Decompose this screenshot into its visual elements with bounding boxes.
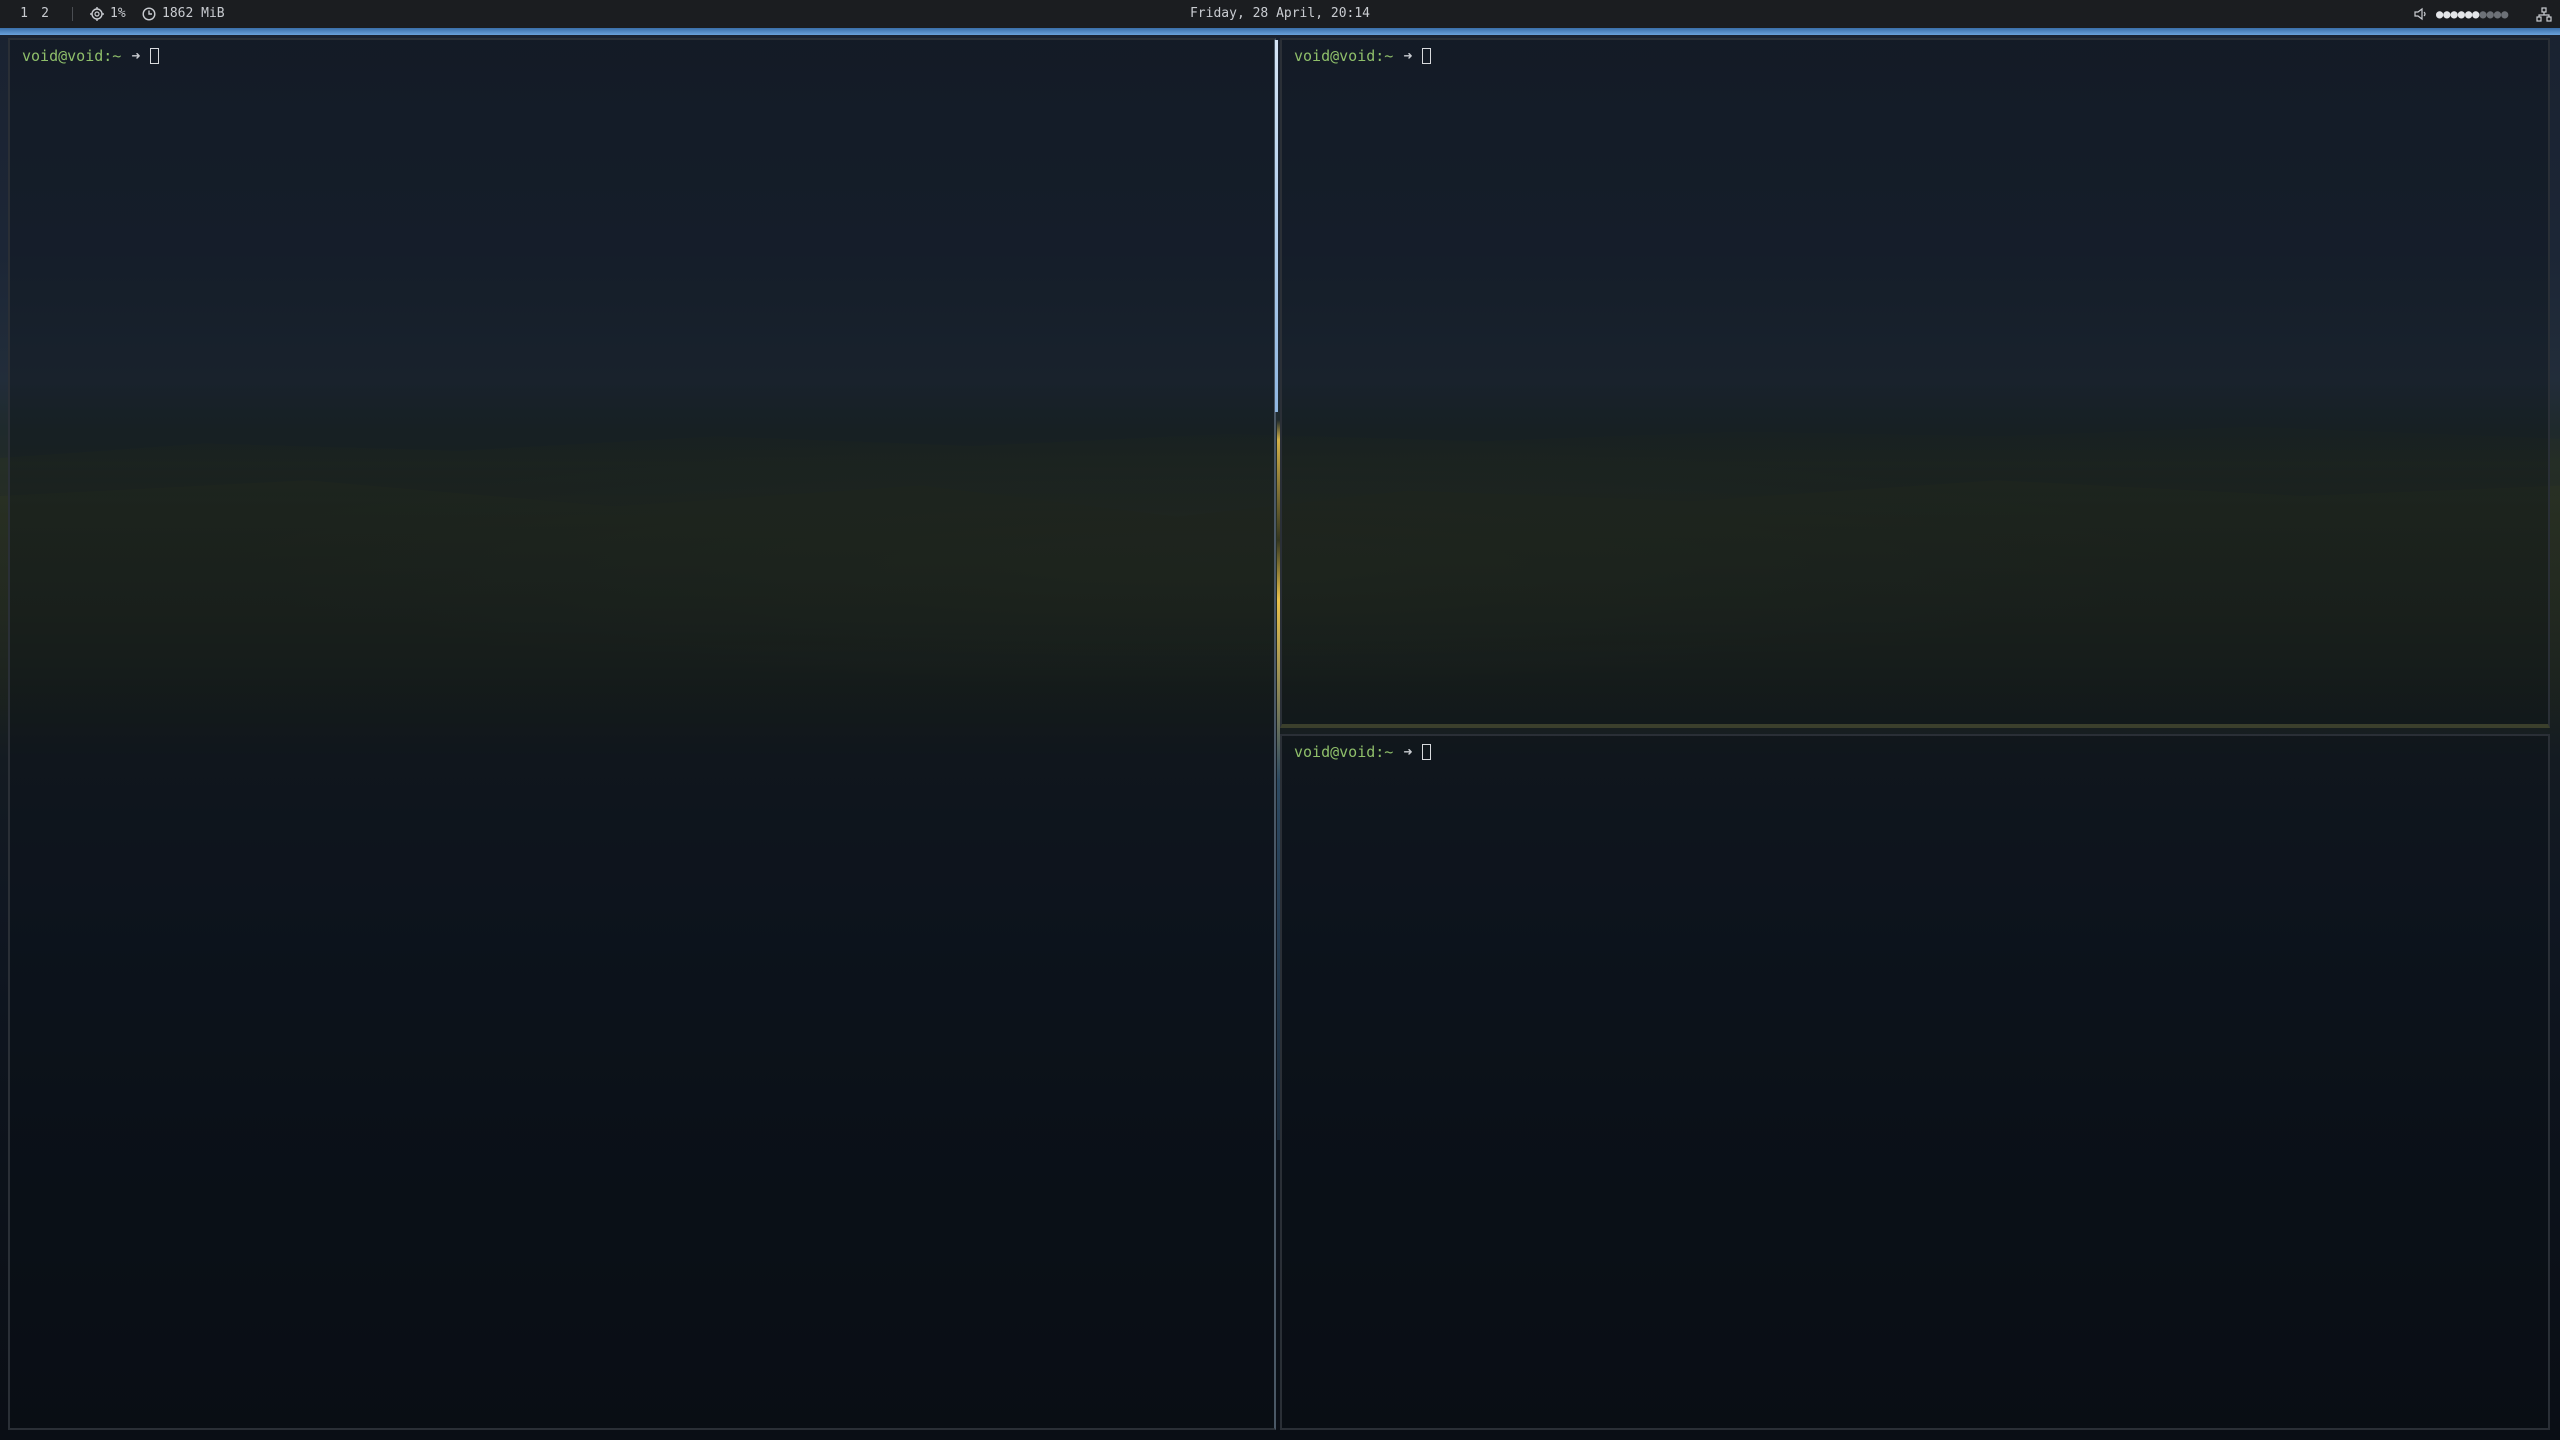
split-divider-highlight <box>1277 420 1280 1140</box>
prompt-arrow-icon: ➜ <box>1403 47 1413 65</box>
volume-dot: ● <box>2479 7 2487 21</box>
workspace-2-button[interactable]: 2 <box>35 0 55 28</box>
text-cursor <box>150 48 160 64</box>
memory-usage-value: 1862 MiB <box>162 6 225 21</box>
prompt-user-host: void@void:~ <box>1294 743 1394 761</box>
terminal-pane-right-top[interactable]: void@void:~ ➜ <box>1280 38 2550 728</box>
shell-prompt: void@void:~ ➜ <box>1294 742 1432 762</box>
volume-dot: ● <box>2450 7 2458 21</box>
shell-prompt: void@void:~ ➜ <box>22 46 160 66</box>
prompt-arrow-icon: ➜ <box>1403 743 1413 761</box>
terminal-pane-left[interactable]: void@void:~ ➜ <box>8 38 1278 1430</box>
prompt-arrow-icon: ➜ <box>131 47 141 65</box>
text-cursor <box>1422 48 1432 64</box>
volume-widget[interactable]: ●●●●●●●●●● <box>2414 0 2508 28</box>
focused-window-accent-bar <box>0 28 2560 35</box>
memory-clock-icon <box>142 7 156 21</box>
volume-dot: ● <box>2486 7 2494 21</box>
memory-widget: 1862 MiB <box>142 0 225 28</box>
status-bar-divider <box>72 7 73 21</box>
cpu-widget: 1% <box>90 0 126 28</box>
volume-dot: ● <box>2501 7 2509 21</box>
speaker-icon <box>2414 7 2428 21</box>
cpu-gear-icon <box>90 7 104 21</box>
cpu-usage-value: 1% <box>110 6 126 21</box>
shell-prompt: void@void:~ ➜ <box>1294 46 1432 66</box>
workspace-1-button[interactable]: 1 <box>14 0 34 28</box>
datetime-label[interactable]: Friday, 28 April, 20:14 <box>1080 0 1480 28</box>
prompt-user-host: void@void:~ <box>22 47 122 65</box>
status-bar: 1 2 1% 1862 MiB Friday, 28 April, 20:14 … <box>0 0 2560 28</box>
terminal-pane-right-bottom[interactable]: void@void:~ ➜ <box>1280 734 2550 1430</box>
volume-level-indicator[interactable]: ●●●●●●●●●● <box>2436 0 2508 28</box>
prompt-user-host: void@void:~ <box>1294 47 1394 65</box>
volume-dot: ● <box>2457 7 2465 21</box>
focus-border <box>1275 40 1278 412</box>
text-cursor <box>1422 744 1432 760</box>
